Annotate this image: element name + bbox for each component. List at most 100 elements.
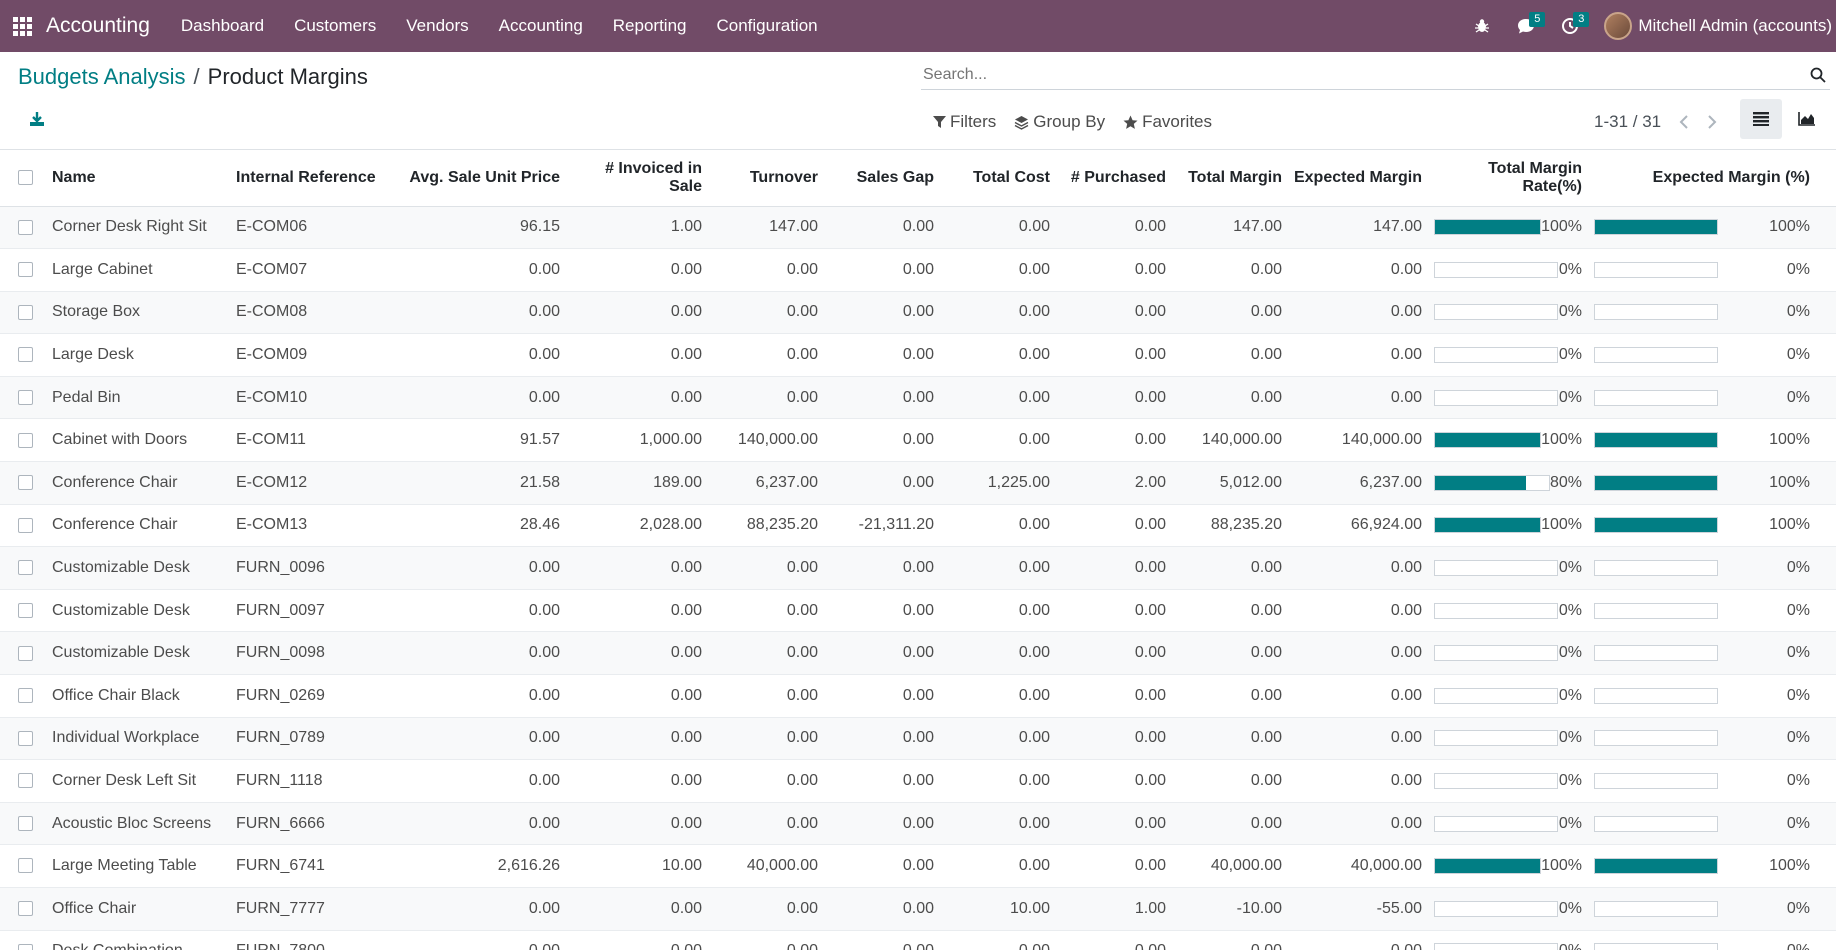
table-row[interactable]: Desk CombinationFURN_78000.000.000.000.0… (0, 930, 1836, 950)
table-row[interactable]: Office Chair Black FURN_0269 0.00 0.00 0.00 0… (0, 674, 1836, 718)
row-turnover: 0.00 (710, 930, 826, 950)
row-checkbox[interactable] (18, 304, 33, 320)
row-checkbox[interactable] (18, 475, 33, 491)
download-icon[interactable] (28, 110, 48, 130)
favorites-button[interactable]: Favorites (1123, 112, 1212, 132)
app-name[interactable]: Accounting (44, 14, 150, 38)
row-checkbox[interactable] (18, 602, 33, 618)
row-expected-margin: 0.00 (1290, 333, 1430, 377)
row-invoiced-in-sale: 0.00 (568, 759, 710, 803)
menu-configuration[interactable]: Configuration (702, 0, 833, 52)
expected-margin-pct-percent-label: 0% (1786, 303, 1810, 321)
pager-previous-icon[interactable] (1679, 115, 1689, 129)
column-header-expected-margin[interactable]: Expected Margin (1290, 150, 1430, 207)
column-header-invoiced-in-sale[interactable]: # Invoiced in Sale (568, 150, 710, 207)
table-row[interactable]: Large Desk E-COM09 0.00 0.00 0.00 0.00 0.00 0.0… (0, 333, 1836, 377)
expected-margin-pct-progress-bar (1594, 347, 1718, 364)
row-checkbox[interactable] (18, 645, 33, 661)
table-row[interactable]: Conference Chair E-COM12 21.58 189.00 6,237.… (0, 461, 1836, 505)
filters-button[interactable]: Filters (933, 112, 996, 132)
row-checkbox[interactable] (18, 688, 33, 704)
row-purchased: 0.00 (1058, 546, 1174, 590)
row-checkbox[interactable] (18, 262, 33, 278)
menu-reporting[interactable]: Reporting (598, 0, 702, 52)
row-total-margin: 0.00 (1174, 674, 1290, 718)
menu-customers[interactable]: Customers (279, 0, 391, 52)
row-avg-sale-unit-price: 21.58 (406, 461, 568, 505)
row-purchased: 0.00 (1058, 717, 1174, 761)
table-row[interactable]: Cabinet with Doors E-COM11 91.57 1,000.00 14… (0, 418, 1836, 463)
expected-margin-pct-progress-bar (1594, 687, 1718, 704)
row-checkbox[interactable] (18, 815, 33, 831)
table-row[interactable]: Large Cabinet E-COM07 0.00 0.00 0.00 0.00 0.00… (0, 248, 1836, 292)
table-row[interactable]: Office Chair FURN_7777 0.00 0.00 0.00 0.00 10.… (0, 887, 1836, 931)
table-row[interactable]: Corner Desk Left Sit FURN_1118 0.00 0.00 0.0… (0, 759, 1836, 803)
select-all-checkbox[interactable] (18, 170, 33, 186)
row-total-margin: 0.00 (1174, 930, 1290, 950)
row-checkbox[interactable] (18, 560, 33, 576)
menu-vendors[interactable]: Vendors (391, 0, 483, 52)
column-header-avg-sale-unit-price[interactable]: Avg. Sale Unit Price (406, 150, 568, 207)
graph-view-icon[interactable] (1786, 99, 1828, 139)
expected-margin-pct-percent-label: 0% (1786, 686, 1810, 704)
row-expected-margin-pct-cell: 0% (1590, 930, 1836, 950)
table-row[interactable]: Acoustic Bloc Screens FURN_6666 0.00 0.00 0.… (0, 802, 1836, 846)
row-checkbox[interactable] (18, 517, 33, 533)
breadcrumb-parent-link[interactable]: Budgets Analysis (18, 64, 186, 90)
menu-accounting[interactable]: Accounting (484, 0, 598, 52)
row-total-margin-rate-cell: 100% (1430, 844, 1590, 888)
row-checkbox[interactable] (18, 347, 33, 363)
expected-margin-pct-percent-label: 0% (1786, 772, 1810, 790)
column-header-total-cost[interactable]: Total Cost (942, 150, 1058, 207)
activities-clock-icon[interactable]: 3 (1548, 0, 1592, 52)
expected-margin-pct-progress-bar (1594, 219, 1718, 236)
group-by-button[interactable]: Group By (1014, 112, 1105, 132)
table-row[interactable]: Customizable Desk FURN_0098 0.00 0.00 0.00 0.… (0, 631, 1836, 676)
column-header-total-margin-rate[interactable]: Total Margin Rate(%) (1430, 150, 1590, 207)
table-row[interactable]: Customizable Desk FURN_0096 0.00 0.00 0.00 0.… (0, 546, 1836, 590)
row-total-cost: 0.00 (942, 376, 1058, 420)
menu-dashboard[interactable]: Dashboard (166, 0, 279, 52)
column-header-turnover[interactable]: Turnover (710, 150, 826, 207)
column-header-purchased[interactable]: # Purchased (1058, 150, 1174, 207)
row-checkbox[interactable] (18, 389, 33, 405)
row-checkbox[interactable] (18, 219, 33, 235)
row-checkbox[interactable] (18, 432, 33, 448)
group-by-label: Group By (1033, 112, 1106, 131)
table-row[interactable]: Conference Chair E-COM13 28.46 2,028.00 88,2… (0, 504, 1836, 548)
row-total-margin-rate-cell: 0% (1430, 291, 1590, 335)
column-header-expected-margin-pct[interactable]: Expected Margin (%) (1590, 150, 1836, 207)
table-row[interactable]: Individual Workplace FURN_0789 0.00 0.00 0.0… (0, 717, 1836, 761)
table-row[interactable]: Corner Desk Right Sit E-COM06 96.15 1.00 147… (0, 206, 1836, 250)
row-total-margin: 0.00 (1174, 291, 1290, 335)
table-row[interactable]: Customizable Desk FURN_0097 0.00 0.00 0.00 0.… (0, 589, 1836, 633)
pager-next-icon[interactable] (1707, 115, 1717, 129)
table-row[interactable]: Pedal Bin E-COM10 0.00 0.00 0.00 0.00 0.00 0.00… (0, 376, 1836, 420)
apps-menu-icon[interactable] (0, 0, 44, 52)
table-row[interactable]: Large Meeting Table FURN_6741 2,616.26 10.0… (0, 844, 1836, 888)
pager-value[interactable]: 1-31 / 31 (1594, 112, 1661, 132)
debug-bug-icon[interactable] (1460, 0, 1504, 52)
row-checkbox[interactable] (18, 773, 33, 789)
search-icon[interactable] (1807, 63, 1830, 87)
layers-icon (1014, 115, 1029, 130)
expected-margin-pct-percent-label: 0% (1786, 899, 1810, 917)
list-view-icon[interactable] (1740, 99, 1782, 139)
column-header-name[interactable]: Name (44, 150, 226, 207)
column-header-total-margin[interactable]: Total Margin (1174, 150, 1290, 207)
messages-chat-icon[interactable]: 5 (1504, 0, 1548, 52)
user-menu[interactable]: Mitchell Admin (accounts) (1592, 12, 1836, 40)
row-checkbox[interactable] (18, 858, 33, 874)
table-row[interactable]: Storage Box E-COM08 0.00 0.00 0.00 0.00 0.00 0.… (0, 291, 1836, 335)
row-checkbox[interactable] (18, 901, 33, 917)
row-expected-margin: 0.00 (1290, 674, 1430, 718)
row-name: Customizable Desk (44, 546, 226, 590)
row-checkbox[interactable] (18, 730, 33, 746)
row-checkbox[interactable] (18, 943, 33, 950)
row-expected-margin-pct-cell: 100% (1590, 844, 1836, 888)
row-name: Conference Chair (44, 504, 226, 548)
search-input[interactable] (921, 65, 1807, 84)
row-sales-gap: 0.00 (826, 546, 942, 590)
column-header-internal-reference[interactable]: Internal Reference (226, 150, 406, 207)
column-header-sales-gap[interactable]: Sales Gap (826, 150, 942, 207)
